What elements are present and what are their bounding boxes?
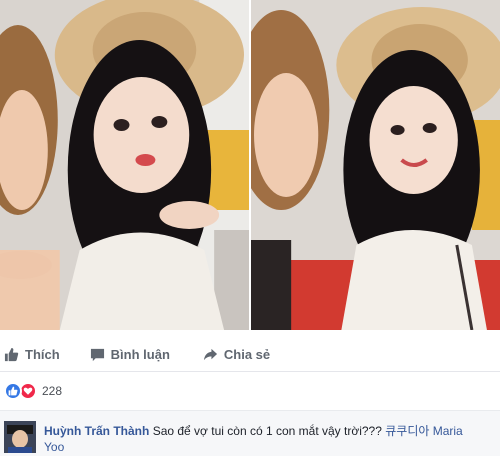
comment-list: Huỳnh Trấn Thành Sao để vợ tui còn có 1 …: [0, 410, 500, 456]
post-photo-left[interactable]: [0, 0, 249, 330]
like-button-label: Thích: [25, 347, 60, 362]
share-button[interactable]: Chia sẻ: [203, 347, 270, 362]
post-action-bar: Thích Bình luận Chia sẻ: [0, 338, 500, 372]
post-photo-right[interactable]: [251, 0, 500, 330]
commenter-avatar[interactable]: [4, 421, 36, 453]
comment-author-link[interactable]: Huỳnh Trấn Thành: [44, 424, 149, 438]
like-button[interactable]: Thích: [4, 347, 60, 362]
like-reaction-icon: [4, 382, 22, 400]
comment-item: Huỳnh Trấn Thành Sao để vợ tui còn có 1 …: [44, 423, 484, 455]
comment-button[interactable]: Bình luận: [90, 347, 170, 362]
share-button-label: Chia sẻ: [223, 347, 271, 362]
comment-body: Sao để vợ tui còn có 1 con mắt vậy trời?…: [152, 424, 382, 438]
reaction-count: 228: [42, 384, 63, 398]
post-photo-collage: [0, 0, 500, 330]
reactions-summary[interactable]: 228: [0, 372, 500, 410]
share-arrow-icon: [203, 347, 218, 362]
reaction-icons: [4, 382, 37, 400]
comment-icon: [90, 347, 105, 362]
comment-button-label: Bình luận: [110, 347, 170, 362]
thumbs-up-icon: [4, 347, 19, 362]
